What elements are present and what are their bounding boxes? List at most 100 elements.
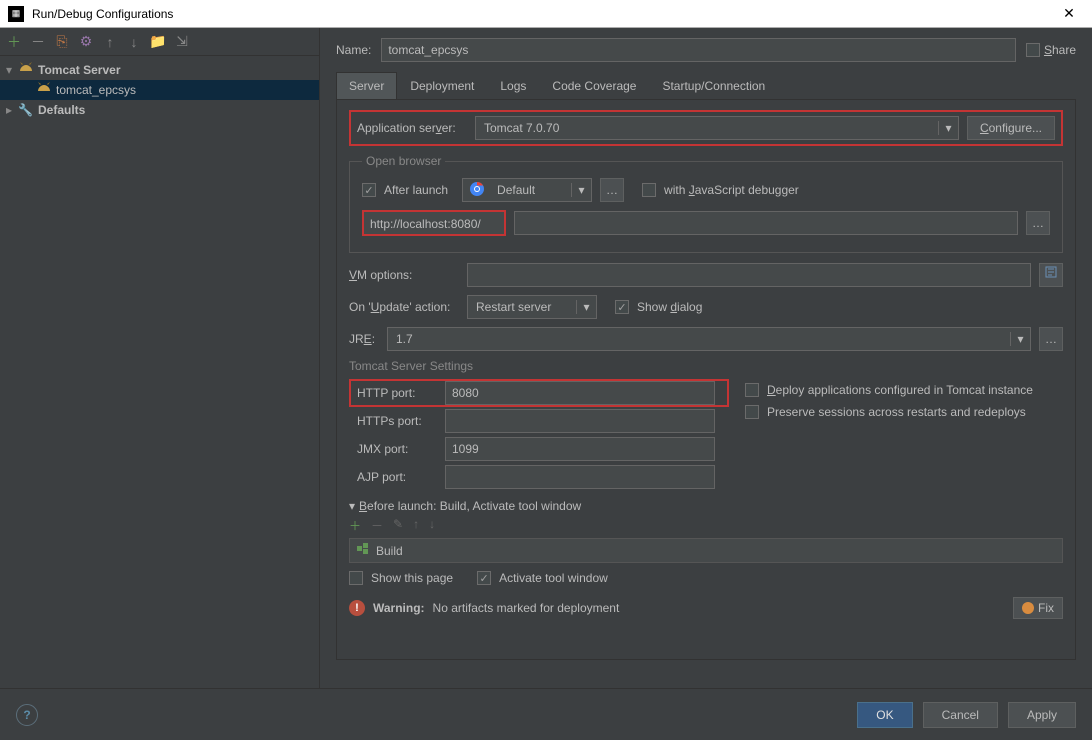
chevron-down-icon: ▾	[571, 183, 591, 197]
remove-icon[interactable]: －	[30, 34, 46, 50]
update-dropdown[interactable]: Restart server ▾	[467, 295, 597, 319]
open-browser-group: Open browser After launch Default ▾ … wi…	[349, 154, 1063, 253]
bulb-icon	[1022, 602, 1034, 614]
preserve-label: Preserve sessions across restarts and re…	[767, 405, 1026, 419]
save-template-icon[interactable]: ⚙	[78, 34, 94, 50]
http-port-label: HTTP port:	[357, 386, 437, 400]
close-icon[interactable]: ✕	[1054, 5, 1084, 22]
warning-icon: !	[349, 600, 365, 616]
chevron-right-icon: ▸	[6, 103, 18, 117]
ajp-port-label: AJP port:	[357, 470, 437, 484]
warning-label: Warning:	[373, 601, 425, 615]
chevron-down-icon: ▾	[938, 121, 958, 135]
help-icon[interactable]: ?	[16, 704, 38, 726]
tc-settings-header: Tomcat Server Settings	[349, 359, 1063, 373]
appserver-dropdown[interactable]: Tomcat 7.0.70 ▾	[475, 116, 959, 140]
after-launch-checkbox[interactable]	[362, 183, 376, 197]
update-value: Restart server	[468, 300, 576, 314]
js-debugger-checkbox[interactable]	[642, 183, 656, 197]
tree-tomcat-server[interactable]: ▾ Tomcat Server	[0, 60, 319, 80]
copy-icon[interactable]: ⎘	[54, 34, 70, 50]
warning-msg: No artifacts marked for deployment	[433, 601, 620, 615]
app-icon: ▦	[8, 6, 24, 22]
share-option[interactable]: Share	[1026, 43, 1076, 57]
ajp-port-input[interactable]	[445, 465, 715, 489]
url-input[interactable]: http://localhost:8080/	[362, 210, 506, 236]
share-label: Share	[1044, 43, 1076, 57]
tree-item-label: Tomcat Server	[38, 63, 120, 77]
tomcat-icon	[18, 61, 34, 80]
window-title: Run/Debug Configurations	[32, 7, 1054, 21]
titlebar: ▦ Run/Debug Configurations ✕	[0, 0, 1092, 28]
update-label: On 'Update' action:	[349, 300, 459, 314]
add-icon[interactable]: ＋	[349, 517, 361, 534]
tab-server[interactable]: Server	[336, 72, 397, 99]
cancel-button[interactable]: Cancel	[923, 702, 998, 728]
tree-item-label: Defaults	[38, 103, 85, 117]
ok-button[interactable]: OK	[857, 702, 912, 728]
show-dialog-checkbox[interactable]	[615, 300, 629, 314]
vm-expand-button[interactable]	[1039, 263, 1063, 287]
browser-dropdown[interactable]: Default ▾	[462, 178, 592, 202]
deploy-apps-checkbox[interactable]	[745, 383, 759, 397]
fix-button[interactable]: Fix	[1013, 597, 1063, 619]
preserve-checkbox[interactable]	[745, 405, 759, 419]
name-input[interactable]	[381, 38, 1016, 62]
vm-options-input[interactable]	[467, 263, 1031, 287]
after-launch-label: After launch	[384, 183, 448, 197]
jre-label: JRE:	[349, 332, 379, 346]
chevron-down-icon: ▾	[576, 300, 596, 314]
build-item[interactable]: Build	[349, 538, 1063, 563]
tree-defaults[interactable]: ▸ 🔧 Defaults	[0, 100, 319, 120]
apply-button[interactable]: Apply	[1008, 702, 1076, 728]
collapse-icon[interactable]: ⇲	[174, 34, 190, 50]
build-label: Build	[376, 544, 403, 558]
chevron-down-icon: ▾	[349, 499, 355, 513]
sidebar-toolbar: ＋ － ⎘ ⚙ ↑ ↓ 📁 ⇲	[0, 28, 319, 56]
tab-startup[interactable]: Startup/Connection	[649, 72, 778, 99]
folder-icon[interactable]: 📁	[150, 34, 166, 50]
move-down-icon[interactable]: ↓	[126, 34, 142, 50]
sidebar: ＋ － ⎘ ⚙ ↑ ↓ 📁 ⇲ ▾ Tomcat Server tomcat_e…	[0, 28, 320, 688]
wrench-icon: 🔧	[18, 103, 34, 117]
jre-dropdown[interactable]: 1.7 ▾	[387, 327, 1031, 351]
jmx-port-input[interactable]	[445, 437, 715, 461]
show-dialog-label: Show dialog	[637, 300, 702, 314]
tree-item-label: tomcat_epcsys	[56, 83, 136, 97]
tomcat-icon	[36, 81, 52, 100]
share-checkbox[interactable]	[1026, 43, 1040, 57]
footer: ? OK Cancel Apply	[0, 688, 1092, 740]
https-port-input[interactable]	[445, 409, 715, 433]
add-icon[interactable]: ＋	[6, 34, 22, 50]
jmx-port-label: JMX port:	[357, 442, 437, 456]
js-debugger-label: with JavaScript debugger	[664, 183, 799, 197]
config-tree: ▾ Tomcat Server tomcat_epcsys ▸ 🔧 Defaul…	[0, 56, 319, 688]
tree-tomcat-epcsys[interactable]: tomcat_epcsys	[0, 80, 319, 100]
tab-code-coverage[interactable]: Code Coverage	[539, 72, 649, 99]
move-up-icon[interactable]: ↑	[102, 34, 118, 50]
chrome-icon	[463, 181, 489, 200]
tabs: Server Deployment Logs Code Coverage Sta…	[336, 72, 1076, 100]
show-page-checkbox[interactable]	[349, 571, 363, 585]
chevron-down-icon: ▾	[6, 63, 18, 77]
deploy-apps-label: Deploy applications configured in Tomcat…	[767, 383, 1033, 397]
activate-checkbox[interactable]	[477, 571, 491, 585]
appserver-label: Application server:	[357, 121, 467, 135]
move-up-icon[interactable]: ↑	[413, 517, 419, 534]
url-input-ext[interactable]	[514, 211, 1018, 235]
tab-deployment[interactable]: Deployment	[397, 72, 487, 99]
before-launch-section: ▾ Before launch: Build, Activate tool wi…	[349, 499, 1063, 585]
move-down-icon[interactable]: ↓	[429, 517, 435, 534]
jre-more-button[interactable]: …	[1039, 327, 1063, 351]
browser-more-button[interactable]: …	[600, 178, 624, 202]
build-icon	[356, 542, 370, 559]
remove-icon[interactable]: －	[371, 517, 383, 534]
url-more-button[interactable]: …	[1026, 211, 1050, 235]
edit-icon[interactable]: ✎	[393, 517, 403, 534]
configure-button[interactable]: Configure...	[967, 116, 1055, 140]
server-panel: Application server: Tomcat 7.0.70 ▾ Conf…	[336, 100, 1076, 660]
show-page-label: Show this page	[371, 571, 453, 585]
tab-logs[interactable]: Logs	[487, 72, 539, 99]
before-launch-header[interactable]: ▾ Before launch: Build, Activate tool wi…	[349, 499, 1063, 513]
http-port-input[interactable]	[445, 381, 715, 405]
